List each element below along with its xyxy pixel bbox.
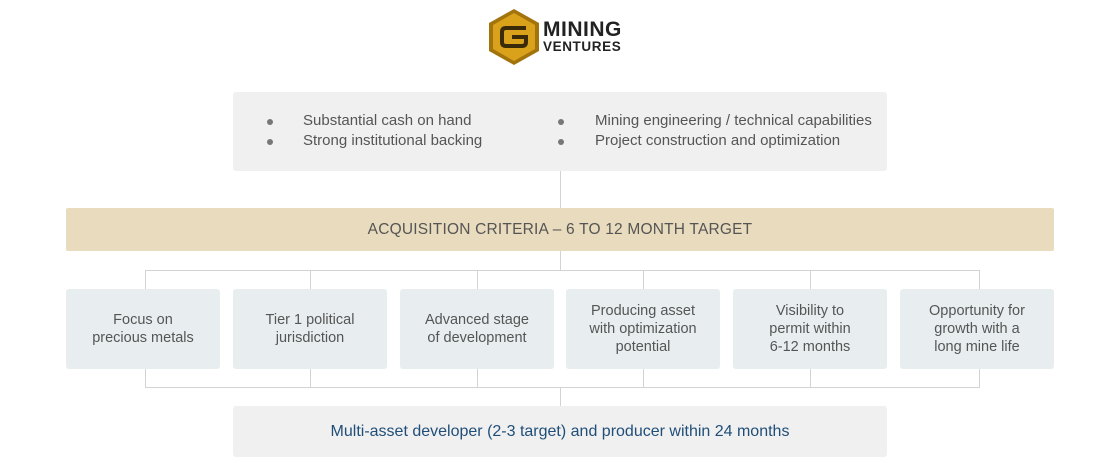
connector-line	[560, 171, 561, 208]
criteria-text: with optimization	[589, 321, 697, 337]
logo-text-ventures: VENTURES	[543, 39, 622, 54]
criteria-text: growth with a	[934, 321, 1020, 337]
criteria-box-precious-metals: Focus on precious metals	[66, 289, 220, 369]
criteria-text: Opportunity for	[929, 303, 1025, 319]
strength-item: Strong institutional backing	[303, 132, 483, 149]
criteria-text: Producing asset	[591, 303, 695, 319]
strength-item: Mining engineering / technical capabilit…	[595, 112, 872, 129]
criteria-text: 6-12 months	[769, 339, 851, 355]
criteria-box-development-stage: Advanced stage of development	[400, 289, 554, 369]
criteria-text: jurisdiction	[275, 330, 345, 346]
strength-item: Project construction and optimization	[595, 132, 841, 149]
criteria-text: precious metals	[92, 330, 194, 346]
bullet-icon	[558, 139, 564, 145]
connector-line	[145, 387, 980, 388]
criteria-text: Tier 1 political	[265, 312, 355, 328]
criteria-box-permit-visibility: Visibility to permit within 6-12 months	[733, 289, 887, 369]
bullet-icon	[267, 139, 273, 145]
criteria-text: Advanced stage	[425, 312, 529, 328]
connector-line	[145, 270, 980, 271]
acquisition-criteria-banner: ACQUISITION CRITERIA – 6 TO 12 MONTH TAR…	[66, 208, 1054, 251]
criteria-text: permit within	[769, 321, 851, 337]
criteria-text: long mine life	[934, 339, 1020, 355]
criteria-box-growth-opportunity: Opportunity for growth with a long mine …	[900, 289, 1054, 369]
criteria-text: potential	[615, 339, 671, 355]
logo-text-mining: MINING	[543, 18, 622, 41]
criteria-box-jurisdiction: Tier 1 political jurisdiction	[233, 289, 387, 369]
criteria-box-producing-asset: Producing asset with optimization potent…	[566, 289, 720, 369]
bullet-icon	[558, 119, 564, 125]
criteria-text: Focus on	[113, 312, 173, 328]
criteria-text: of development	[427, 330, 527, 346]
bullet-icon	[267, 119, 273, 125]
outcome-box: Multi-asset developer (2-3 target) and p…	[233, 406, 887, 457]
criteria-text: Visibility to	[775, 303, 845, 319]
connector-line	[560, 387, 561, 406]
strengths-box: Substantial cash on hand Strong institut…	[233, 92, 887, 171]
logo-hexagon-icon	[489, 9, 539, 65]
connector-line	[560, 251, 561, 270]
company-logo: MINING VENTURES	[486, 8, 646, 66]
strength-item: Substantial cash on hand	[303, 112, 472, 129]
